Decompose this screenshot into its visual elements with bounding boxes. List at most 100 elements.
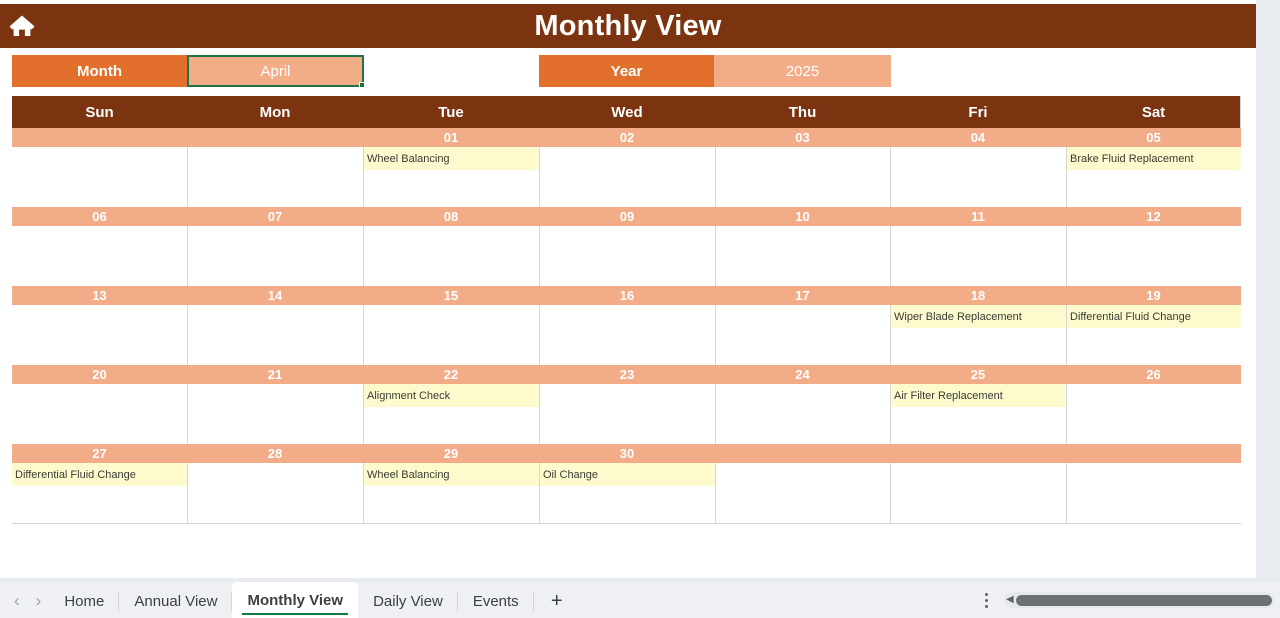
event-entry[interactable]: Oil Change [540, 463, 715, 486]
year-value-cell[interactable]: 2025 [714, 55, 891, 87]
day-cell[interactable]: Brake Fluid Replacement [1066, 147, 1241, 207]
sheet-tab-events[interactable]: Events [458, 585, 534, 618]
title-bar: Monthly View [0, 4, 1256, 48]
day-cell[interactable]: Alignment Check [363, 384, 539, 444]
day-cell[interactable] [715, 463, 890, 523]
date-number: 06 [92, 209, 107, 224]
day-cell[interactable] [539, 384, 715, 444]
day-cell[interactable] [539, 147, 715, 207]
day-cell[interactable] [1066, 226, 1241, 286]
day-cell[interactable]: Wiper Blade Replacement [890, 305, 1066, 365]
day-header-mon: Mon [259, 103, 291, 121]
day-cell[interactable] [363, 226, 539, 286]
day-cell[interactable] [890, 147, 1066, 207]
week-body-row: Alignment Check Air Filter Replacement [12, 384, 1241, 444]
day-cell[interactable]: Wheel Balancing [363, 463, 539, 523]
day-cell[interactable] [187, 384, 363, 444]
calendar-week: 20 21 22 23 24 25 26 Alignment Check Air Filter … [12, 365, 1241, 444]
day-header-tue: Tue [438, 103, 464, 121]
month-value-text: April [260, 62, 291, 80]
day-cell[interactable] [1066, 463, 1241, 523]
add-sheet-button[interactable]: + [534, 585, 580, 618]
day-header-sat: Sat [1141, 103, 1166, 121]
event-entry[interactable]: Alignment Check [364, 384, 539, 407]
chevron-left-icon[interactable]: ‹ [14, 592, 20, 609]
event-entry[interactable]: Differential Fluid Change [1067, 305, 1241, 328]
home-icon[interactable] [0, 4, 44, 48]
sheet-tab-bar: ‹ › Home Annual View Monthly View Daily Vie… [0, 582, 1280, 618]
day-cell[interactable] [187, 226, 363, 286]
day-cell[interactable] [715, 147, 890, 207]
week-date-row: 01 02 03 04 05 [12, 128, 1241, 147]
triangle-left-icon[interactable]: ◀ [1006, 595, 1014, 605]
sheet-tab-monthly-view[interactable]: Monthly View [232, 582, 359, 618]
date-number: 18 [970, 288, 986, 303]
day-cell[interactable] [715, 305, 890, 365]
kebab-menu-icon[interactable] [976, 588, 996, 612]
day-cell[interactable] [890, 463, 1066, 523]
app-root: Monthly View Month April Year 2025 Add N… [0, 0, 1280, 618]
date-number: 22 [443, 367, 459, 382]
year-label: Year [539, 55, 714, 87]
day-cell[interactable] [1066, 384, 1241, 444]
day-cell[interactable] [539, 226, 715, 286]
day-cell[interactable] [187, 147, 363, 207]
day-cell[interactable] [715, 226, 890, 286]
chevron-right-icon[interactable]: › [36, 592, 42, 609]
horizontal-scrollbar[interactable]: ◀ [1004, 592, 1274, 608]
day-cell[interactable] [12, 226, 187, 286]
day-cell[interactable]: Air Filter Replacement [890, 384, 1066, 444]
day-cell[interactable] [715, 384, 890, 444]
sheet-tab-label: Monthly View [247, 591, 344, 609]
scrollbar-thumb[interactable] [1015, 594, 1272, 606]
month-value-cell[interactable]: April [187, 55, 365, 88]
date-number: 08 [443, 209, 459, 224]
event-entry[interactable]: Wiper Blade Replacement [891, 305, 1066, 328]
date-number: 03 [795, 130, 810, 145]
day-cell[interactable] [539, 305, 715, 365]
date-number: 05 [1146, 130, 1161, 145]
day-cell[interactable]: Oil Change [539, 463, 715, 523]
date-number: 14 [267, 288, 283, 303]
date-number-blank [12, 128, 187, 147]
sheet-tab-label: Home [64, 593, 105, 610]
day-cell[interactable] [12, 305, 187, 365]
sheet-tab-label: Annual View [134, 593, 218, 610]
day-cell[interactable]: Wheel Balancing [363, 147, 539, 207]
event-entry[interactable]: Air Filter Replacement [891, 384, 1066, 407]
week-body-row: Wiper Blade Replacement Differential Flui… [12, 305, 1241, 365]
date-number: 16 [619, 288, 635, 303]
sheet-tab-label: Daily View [373, 593, 443, 610]
day-cell[interactable] [12, 147, 187, 207]
event-entry[interactable]: Wheel Balancing [364, 463, 539, 486]
sheet-tab-home[interactable]: Home [49, 585, 120, 618]
selection-handle[interactable] [359, 82, 365, 88]
day-cell[interactable] [12, 384, 187, 444]
date-number-blank [187, 128, 363, 147]
date-number: 23 [619, 367, 635, 382]
day-cell[interactable]: Differential Fluid Change [12, 463, 187, 523]
sheet-tab-label: Events [472, 593, 519, 610]
day-cell[interactable] [363, 305, 539, 365]
event-entry[interactable]: Wheel Balancing [364, 147, 539, 170]
day-cell[interactable] [187, 305, 363, 365]
sheet-tab-annual-view[interactable]: Annual View [119, 585, 233, 618]
sheet-tab-daily-view[interactable]: Daily View [358, 585, 458, 618]
date-number-blank [1066, 444, 1241, 463]
calendar-week: 13 14 15 16 17 18 19 Wiper Blade Replacement Dif… [12, 286, 1241, 365]
date-number: 29 [443, 446, 459, 461]
date-number: 02 [619, 130, 635, 145]
event-entry[interactable]: Brake Fluid Replacement [1067, 147, 1241, 170]
date-number: 11 [971, 209, 985, 224]
week-date-row: 06 07 08 09 10 11 12 [12, 207, 1241, 226]
day-cell[interactable] [890, 226, 1066, 286]
date-number: 15 [443, 288, 459, 303]
event-entry[interactable]: Differential Fluid Change [12, 463, 187, 486]
date-number: 12 [1146, 209, 1161, 224]
date-number: 07 [267, 209, 283, 224]
day-cell[interactable]: Differential Fluid Change [1066, 305, 1241, 365]
calendar-weeks: 01 02 03 04 05 Wheel Balancing Brake Fluid Rep… [12, 128, 1241, 523]
control-strip: Month April Year 2025 Add New Show Event… [0, 48, 1256, 135]
day-cell[interactable] [187, 463, 363, 523]
date-number-blank [890, 444, 1066, 463]
